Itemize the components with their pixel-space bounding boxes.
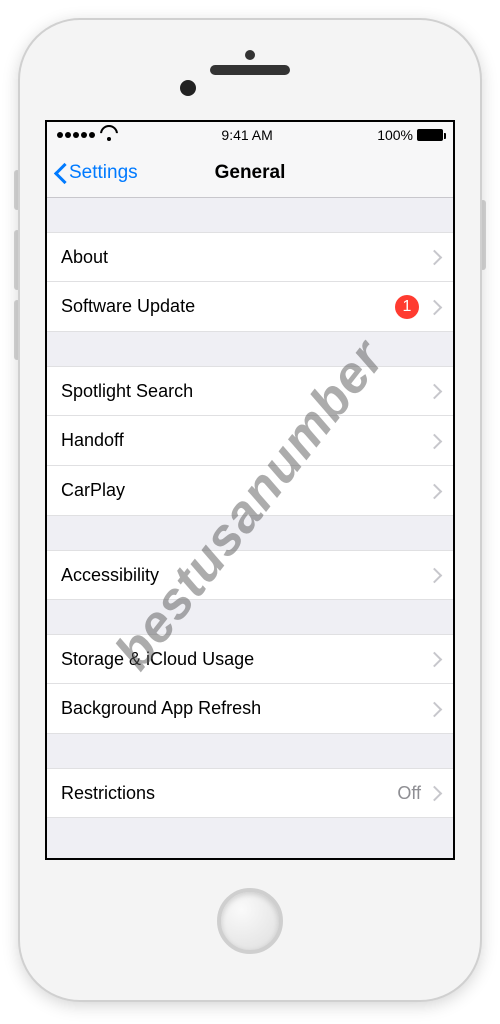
chevron-right-icon [429,651,439,667]
battery-icon [417,129,443,141]
chevron-right-icon [429,567,439,583]
row-carplay[interactable]: CarPlay [47,466,453,516]
row-label: Software Update [61,296,395,317]
nav-bar: Settings General [47,148,453,198]
chevron-right-icon [429,299,439,315]
row-spotlight-search[interactable]: Spotlight Search [47,366,453,416]
side-button [480,200,486,270]
chevron-left-icon [53,162,67,184]
row-storage-icloud[interactable]: Storage & iCloud Usage [47,634,453,684]
back-button[interactable]: Settings [47,162,138,184]
status-right: 100% [377,127,443,143]
settings-list: About Software Update 1 Spotlight Search… [47,198,453,818]
screen: 9:41 AM 100% Settings General About Soft… [45,120,455,860]
row-restrictions[interactable]: Restrictions Off [47,768,453,818]
home-button[interactable] [217,888,283,954]
status-time: 9:41 AM [221,127,272,143]
row-about[interactable]: About [47,232,453,282]
row-label: Handoff [61,430,429,451]
row-label: Restrictions [61,783,397,804]
back-label: Settings [69,162,138,184]
row-value: Off [397,783,421,804]
row-label: Spotlight Search [61,381,429,402]
row-label: CarPlay [61,480,429,501]
status-left [57,129,117,141]
phone-frame: 9:41 AM 100% Settings General About Soft… [20,20,480,1000]
row-label: Background App Refresh [61,698,429,719]
chevron-right-icon [429,483,439,499]
chevron-right-icon [429,433,439,449]
front-camera [180,80,196,96]
chevron-right-icon [429,249,439,265]
chevron-right-icon [429,383,439,399]
chevron-right-icon [429,785,439,801]
row-label: About [61,247,429,268]
row-accessibility[interactable]: Accessibility [47,550,453,600]
row-background-app-refresh[interactable]: Background App Refresh [47,684,453,734]
signal-icon [57,132,95,138]
row-label: Storage & iCloud Usage [61,649,429,670]
chevron-right-icon [429,701,439,717]
update-badge: 1 [395,295,419,319]
status-bar: 9:41 AM 100% [47,122,453,148]
wifi-icon [101,129,117,141]
row-label: Accessibility [61,565,429,586]
battery-percent: 100% [377,127,413,143]
row-software-update[interactable]: Software Update 1 [47,282,453,332]
row-handoff[interactable]: Handoff [47,416,453,466]
sensor-dot [245,50,255,60]
speaker [210,65,290,75]
